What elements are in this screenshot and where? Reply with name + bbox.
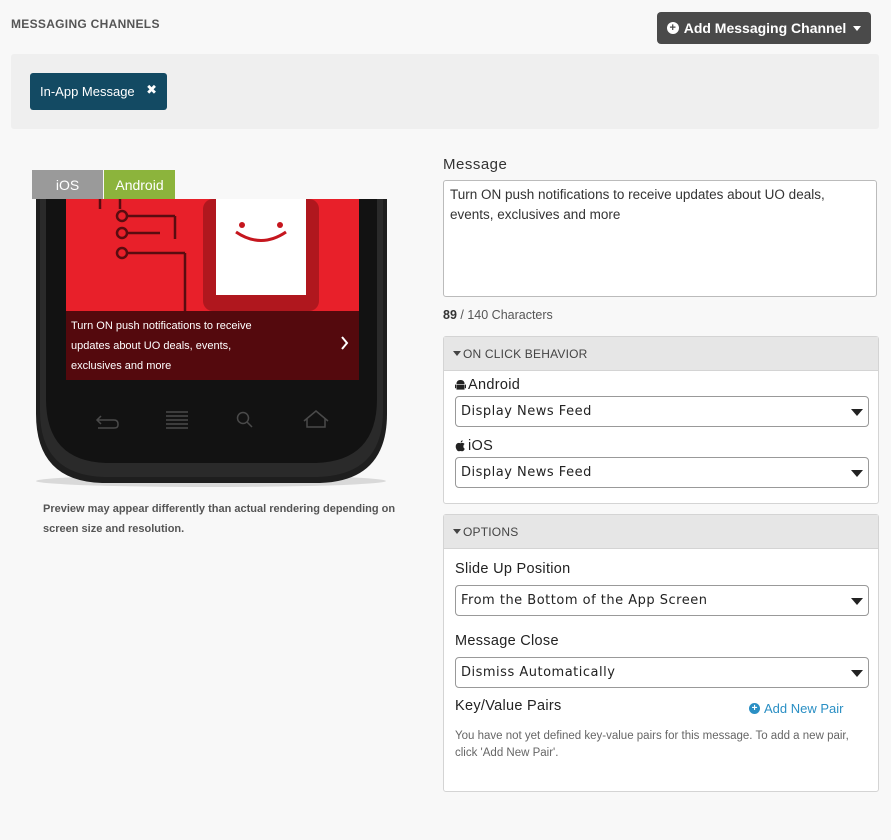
select-caret-icon xyxy=(851,670,863,677)
slide-up-position-value: From the Bottom of the App Screen xyxy=(461,593,708,608)
message-label: Message xyxy=(443,156,508,173)
slide-up-position-label: Slide Up Position xyxy=(455,561,571,577)
preview-note: Preview may appear differently than actu… xyxy=(43,503,396,535)
select-caret-icon xyxy=(851,598,863,605)
character-limit: / 140 Characters xyxy=(460,308,553,322)
add-new-pair-label: Add New Pair xyxy=(764,701,844,716)
options-panel: OPTIONS Slide Up Position From the Botto… xyxy=(443,514,879,792)
ios-field-label: iOS xyxy=(455,438,493,454)
tab-ios[interactable]: iOS xyxy=(32,170,103,199)
android-label-text: Android xyxy=(468,377,521,393)
collapse-caret-icon xyxy=(453,351,461,356)
channel-tag-bar: In-App Message ✖ xyxy=(11,54,879,129)
preview-line-2: updates about UO deals, events, xyxy=(71,340,231,352)
android-click-select[interactable]: Display News Feed xyxy=(455,396,869,427)
android-field-label: Android xyxy=(455,377,520,393)
tab-android[interactable]: Android xyxy=(104,170,175,199)
preview-line-3: exclusives and more xyxy=(71,360,171,372)
add-new-pair-link[interactable]: + Add New Pair xyxy=(749,701,843,716)
section-title: MESSAGING CHANNELS xyxy=(11,17,160,31)
character-count-value: 89 xyxy=(443,308,457,322)
add-messaging-channel-button[interactable]: + Add Messaging Channel xyxy=(657,12,871,44)
character-count: 89 / 140 Characters xyxy=(443,308,553,322)
ios-click-select[interactable]: Display News Feed xyxy=(455,457,869,488)
add-messaging-channel-label: Add Messaging Channel xyxy=(683,20,847,36)
ios-click-value: Display News Feed xyxy=(461,465,592,480)
options-title: OPTIONS xyxy=(463,524,519,539)
remove-channel-icon[interactable]: ✖ xyxy=(146,82,157,98)
channel-tag-label: In-App Message xyxy=(40,84,135,99)
preview-line-1: Turn ON push notifications to receive xyxy=(71,320,252,332)
key-value-pairs-label: Key/Value Pairs xyxy=(455,698,562,714)
phone-preview: Turn ON push notifications to receive up… xyxy=(36,199,387,487)
ios-label-text: iOS xyxy=(468,438,494,454)
on-click-behavior-header[interactable]: ON CLICK BEHAVIOR xyxy=(444,337,878,371)
apple-icon xyxy=(455,440,465,452)
options-header[interactable]: OPTIONS xyxy=(444,515,878,549)
message-close-select[interactable]: Dismiss Automatically xyxy=(455,657,869,688)
message-textarea[interactable]: Turn ON push notifications to receive up… xyxy=(443,180,877,297)
android-click-value: Display News Feed xyxy=(461,404,592,419)
message-close-value: Dismiss Automatically xyxy=(461,665,616,680)
message-close-label: Message Close xyxy=(455,633,559,649)
on-click-behavior-title: ON CLICK BEHAVIOR xyxy=(463,346,588,361)
android-icon xyxy=(455,380,466,390)
plus-circle-icon: + xyxy=(666,22,679,34)
slide-up-position-select[interactable]: From the Bottom of the App Screen xyxy=(455,585,869,616)
caret-down-icon xyxy=(853,25,862,31)
plus-circle-icon: + xyxy=(749,703,760,714)
collapse-caret-icon xyxy=(453,529,461,534)
select-caret-icon xyxy=(851,470,863,477)
on-click-behavior-panel: ON CLICK BEHAVIOR Android Display News F… xyxy=(443,336,879,504)
channel-tag-in-app-message[interactable]: In-App Message ✖ xyxy=(30,73,167,110)
key-value-empty-note: You have not yet defined key-value pairs… xyxy=(455,730,849,759)
select-caret-icon xyxy=(851,409,863,416)
